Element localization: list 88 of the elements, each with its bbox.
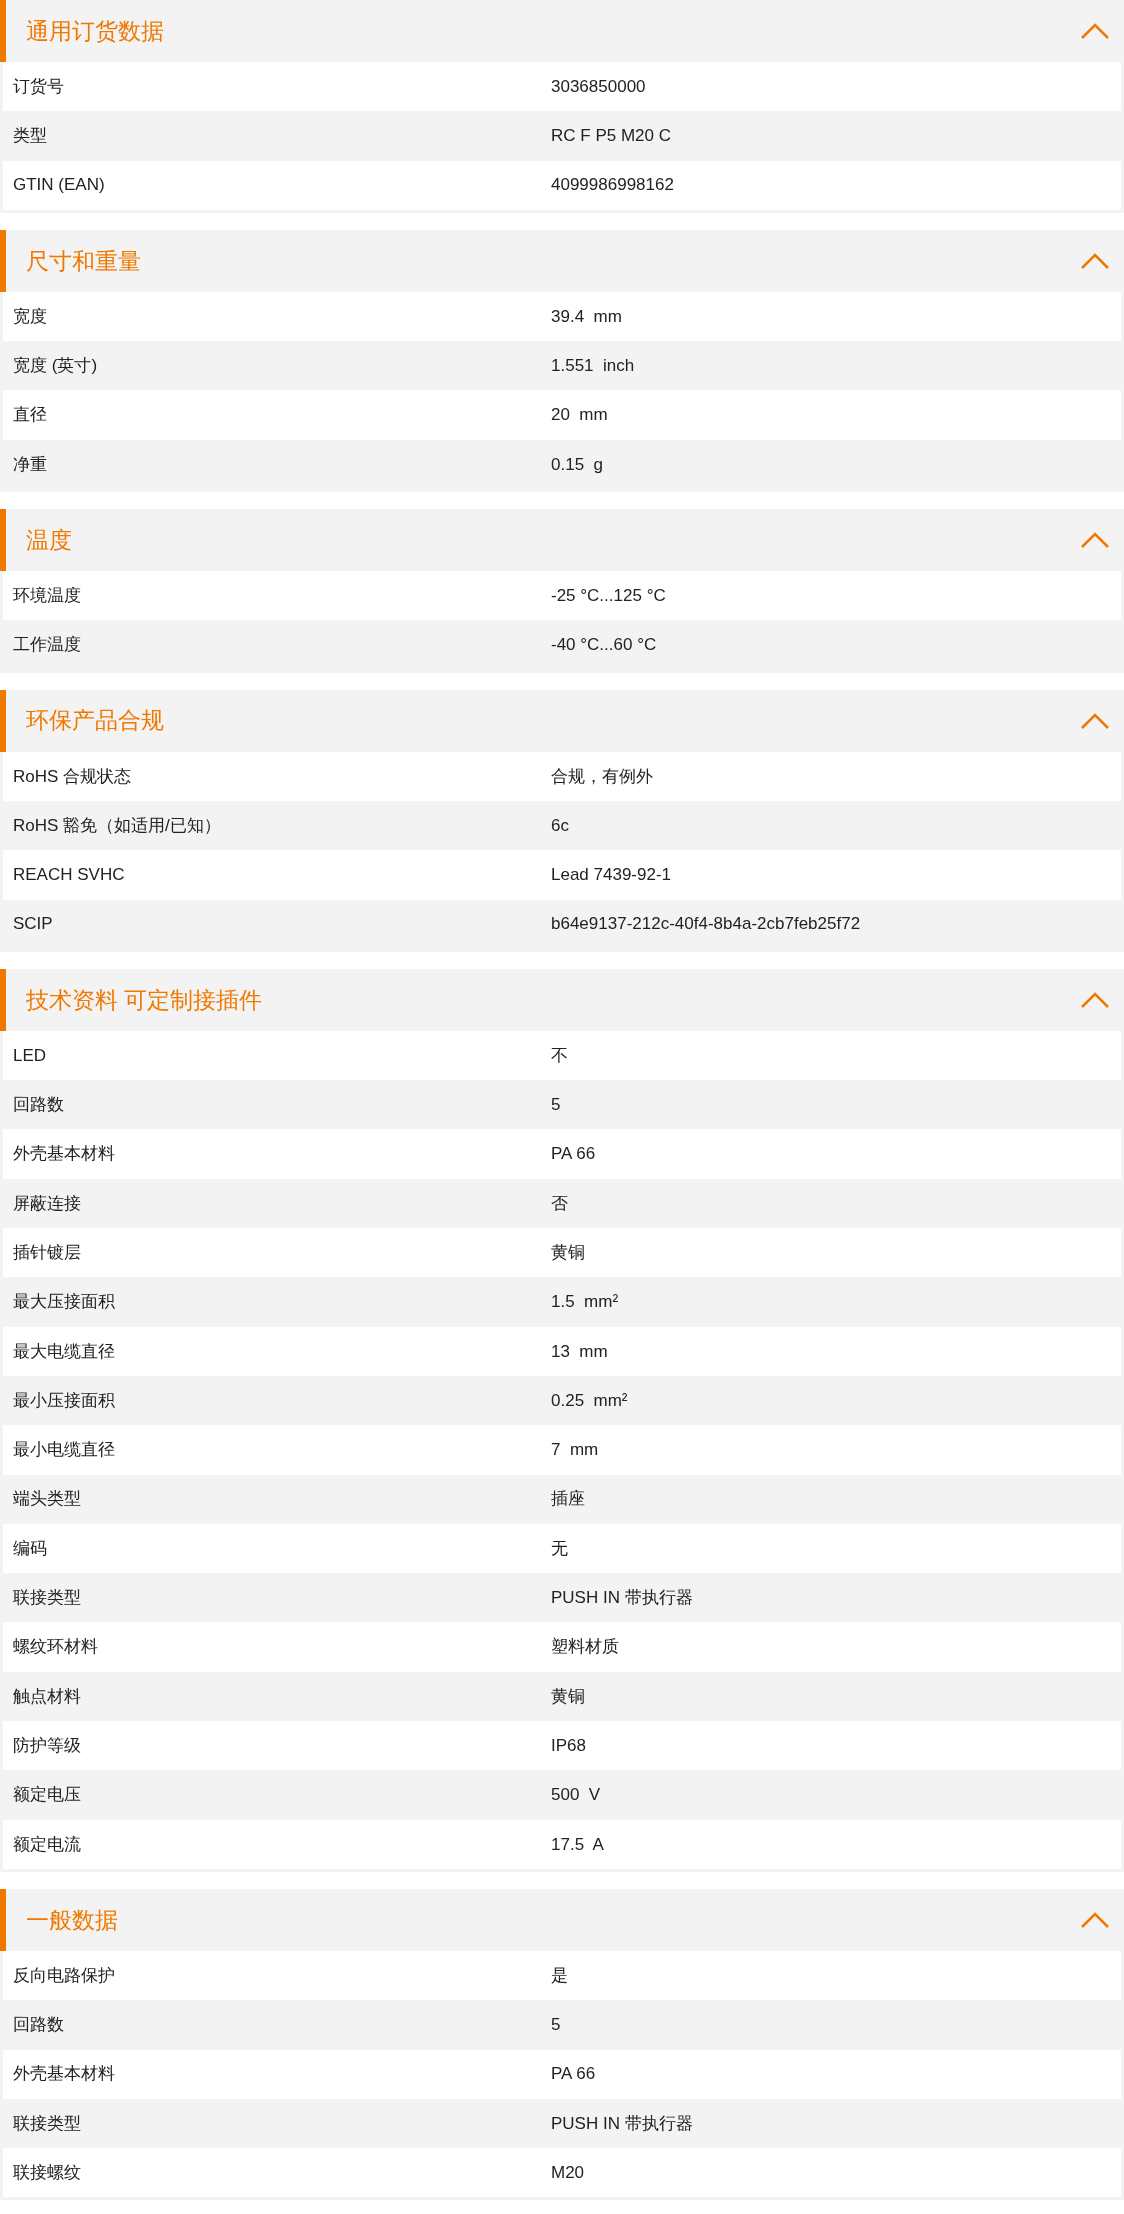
section-header[interactable]: 环保产品合规 [0, 689, 1124, 752]
section-title: 技术资料 可定制接插件 [26, 985, 263, 1015]
section-header[interactable]: 温度 [0, 509, 1124, 572]
row-value: 17.5 A [551, 1833, 604, 1856]
row-value: IP68 [551, 1734, 586, 1757]
row-label: GTIN (EAN) [12, 174, 106, 197]
row-value: 1.551 inch [551, 355, 635, 378]
row-value: M20 [551, 2162, 585, 2184]
row-label: 触点材料 [12, 1685, 82, 1708]
row-label: 螺纹环材料 [12, 1636, 99, 1659]
chevron-up-icon[interactable] [1080, 1910, 1110, 1929]
row-value: 39.4 mm [551, 305, 622, 328]
row-label: 外壳基本材料 [12, 2063, 116, 2086]
row-value: 500 V [551, 1784, 601, 1807]
row-label: LED [12, 1044, 48, 1067]
row-label: 类型 [12, 125, 48, 148]
row-label: 工作温度 [12, 634, 82, 657]
row-value: 塑料材质 [551, 1636, 619, 1659]
row-value: RC F P5 M20 C [551, 125, 671, 148]
row-label: 最大电缆直径 [12, 1340, 116, 1363]
row-label: 环境温度 [12, 584, 82, 607]
row-value: PA 66 [551, 1143, 596, 1166]
row-label: 插针镀层 [12, 1241, 82, 1264]
section-title: 温度 [26, 525, 72, 555]
row-label: REACH SVHC [12, 864, 126, 887]
row-value: PUSH IN 带执行器 [551, 2112, 693, 2135]
row-label: 联接螺纹 [12, 2162, 82, 2184]
section-header[interactable]: 尺寸和重量 [0, 229, 1124, 292]
row-value: 无 [551, 1537, 568, 1560]
row-value: 20 mm [551, 404, 608, 427]
row-label: RoHS 合规状态 [12, 765, 133, 788]
row-label: 最小压接面积 [12, 1389, 116, 1412]
row-value: 是 [551, 1964, 568, 1987]
chevron-up-icon[interactable] [1080, 531, 1110, 550]
row-value: 5 [551, 1094, 561, 1117]
row-value: PUSH IN 带执行器 [551, 1587, 693, 1609]
row-value: 否 [551, 1192, 568, 1215]
chevron-up-icon[interactable] [1080, 251, 1110, 270]
row-value: 6c [551, 814, 569, 837]
row-label: 额定电压 [12, 1784, 82, 1807]
row-label: 端头类型 [12, 1488, 82, 1511]
row-value: 7 mm [551, 1439, 599, 1462]
row-value: PA 66 [551, 2063, 596, 2086]
row-label: RoHS 豁免（如适用/已知） [12, 814, 222, 837]
row-label: SCIP [12, 913, 54, 936]
row-value: 4099986998162 [551, 174, 674, 197]
row-value: 插座 [551, 1488, 585, 1511]
row-value: 不 [551, 1044, 568, 1067]
section-title: 环保产品合规 [26, 706, 164, 736]
row-value: 5 [551, 2014, 561, 2037]
chevron-up-icon[interactable] [1080, 990, 1110, 1009]
row-value: 1.5 mm² [551, 1291, 619, 1314]
row-label: 反向电路保护 [12, 1964, 116, 1987]
row-label: 屏蔽连接 [12, 1192, 82, 1215]
row-label: 联接类型 [12, 2112, 82, 2135]
row-label: 额定电流 [12, 1833, 82, 1856]
row-value: 合规，有例外 [551, 765, 653, 788]
row-value: 13 mm [551, 1340, 608, 1363]
row-label: 直径 [12, 404, 48, 427]
section-title: 一般数据 [26, 1905, 118, 1935]
row-value: b64e9137-212c-40f4-8b4a-2cb7feb25f72 [551, 913, 861, 936]
row-value: -40 °C...60 °C [551, 634, 657, 657]
row-label: 最大压接面积 [12, 1291, 116, 1314]
row-label: 联接类型 [12, 1587, 82, 1609]
row-label: 宽度 (英寸) [12, 355, 99, 378]
row-label: 回路数 [12, 1094, 65, 1117]
section-header[interactable]: 技术资料 可定制接插件 [0, 968, 1124, 1031]
section-header[interactable]: 一般数据 [0, 1888, 1124, 1951]
chevron-up-icon[interactable] [1080, 22, 1110, 40]
row-value: 0.15 g [551, 453, 603, 476]
section-title: 通用订货数据 [26, 16, 164, 46]
row-label: 最小电缆直径 [12, 1439, 116, 1462]
row-value: 黄铜 [551, 1685, 585, 1708]
row-label: 防护等级 [12, 1734, 82, 1757]
row-value: 3036850000 [551, 75, 646, 98]
row-label: 净重 [12, 453, 48, 476]
row-label: 回路数 [12, 2014, 65, 2037]
row-label: 订货号 [12, 75, 65, 98]
row-value: 黄铜 [551, 1241, 585, 1264]
row-label: 宽度 [12, 305, 48, 328]
row-value: 0.25 mm² [551, 1389, 628, 1412]
section-header[interactable]: 通用订货数据 [0, 0, 1124, 62]
row-label: 编码 [12, 1537, 48, 1560]
section-title: 尺寸和重量 [26, 246, 141, 276]
row-value: Lead 7439-92-1 [551, 864, 672, 887]
row-value: -25 °C...125 °C [551, 584, 666, 607]
row-label: 外壳基本材料 [12, 1143, 116, 1166]
chevron-up-icon[interactable] [1080, 711, 1110, 730]
